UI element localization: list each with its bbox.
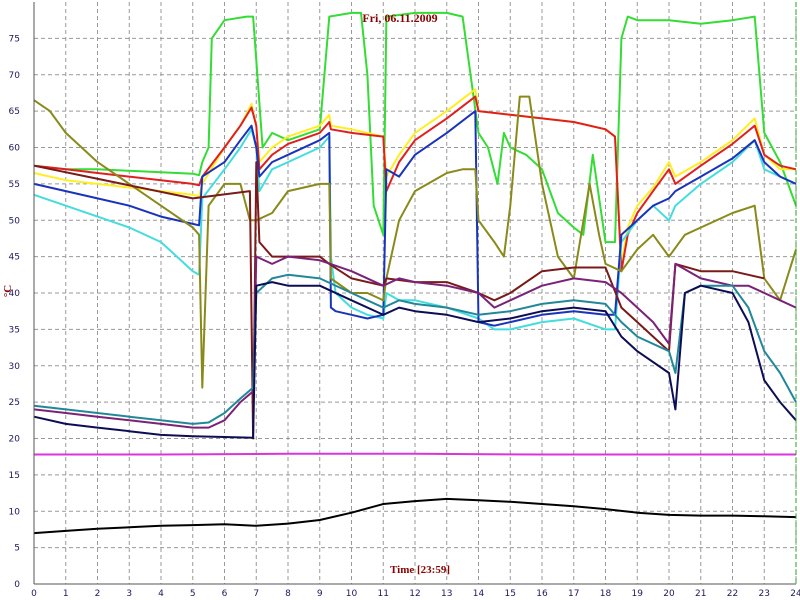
x-tick-label: 10 [346,589,358,599]
y-tick-label: 65 [9,107,20,117]
x-tick-label: 9 [317,589,323,599]
chart-title: Fri, 06.11.2009 [362,11,437,25]
y-tick-label: 20 [9,435,21,445]
x-tick-label: 24 [790,589,800,599]
y-axis-label: °C [2,285,14,297]
x-tick-label: 20 [663,589,675,599]
y-tick-label: 0 [14,580,20,590]
x-tick-label: 15 [505,589,516,599]
y-tick-label: 75 [9,34,20,44]
x-tick-label: 6 [222,589,228,599]
y-tick-label: 45 [9,253,20,263]
y-tick-label: 15 [9,471,20,481]
x-tick-label: 4 [158,589,164,599]
x-tick-label: 21 [695,589,706,599]
x-tick-label: 22 [727,589,738,599]
x-tick-label: 23 [759,589,770,599]
chart-svg: 0 1 2 3 4 5 6 7 8 9 10 11 12 13 14 15 16 17 18 19 20 21 22 23 24… [0,0,800,600]
x-tick-label: 7 [253,589,259,599]
x-tick-label: 12 [409,589,420,599]
x-tick-label: 17 [568,589,579,599]
x-tick-label: 5 [190,589,196,599]
x-tick-label: 11 [378,589,389,599]
y-tick-label: 10 [9,507,21,517]
x-tick-label: 19 [632,589,644,599]
series-line-11 [34,452,796,456]
x-tick-label: 2 [95,589,101,599]
x-tick-label: 1 [63,589,69,599]
x-tick-label: 0 [31,589,37,599]
x-tick-label: 16 [536,589,548,599]
y-tick-label: 50 [9,216,21,226]
y-tick-label: 55 [9,180,20,190]
y-tick-label: 35 [9,325,20,335]
x-tick-label: 14 [473,589,485,599]
y-tick-label: 60 [9,144,21,154]
x-tick-label: 8 [285,589,291,599]
x-tick-label: 3 [126,589,132,599]
y-tick-label: 70 [9,71,21,81]
x-axis-label: Time [23:59] [390,564,450,576]
x-tick-label: 13 [441,589,452,599]
y-tick-label: 5 [14,544,20,554]
y-tick-label: 30 [9,362,21,372]
temperature-chart: 0 1 2 3 4 5 6 7 8 9 10 11 12 13 14 15 16 17 18 19 20 21 22 23 24… [0,0,800,600]
y-tick-label: 25 [9,398,20,408]
x-tick-label: 18 [600,589,612,599]
